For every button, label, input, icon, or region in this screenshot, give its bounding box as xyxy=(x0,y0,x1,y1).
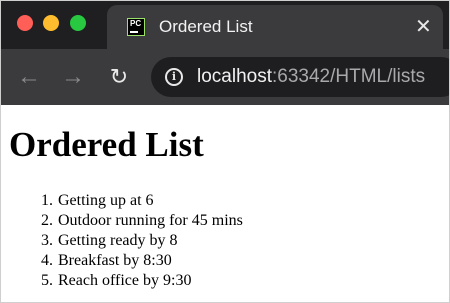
page-title: Ordered List xyxy=(9,125,204,164)
tab-ordered-list[interactable]: PC Ordered List ✕ xyxy=(107,5,443,49)
url-text[interactable]: localhost:63342/HTML/lists xyxy=(197,66,425,88)
reload-icon[interactable]: ↻ xyxy=(107,63,131,91)
tab-strip: PC Ordered List ✕ xyxy=(1,1,449,49)
list-item-text: Reach office by 9:30 xyxy=(58,272,192,289)
tab-close-icon[interactable]: ✕ xyxy=(415,17,432,37)
list-item: 4. Breakfast by 8:30 xyxy=(29,251,243,271)
list-item-text: Outdoor running for 45 mins xyxy=(58,212,243,229)
list-item-text: Breakfast by 8:30 xyxy=(58,252,172,269)
window-minimize-button[interactable] xyxy=(43,15,59,31)
page-content: Ordered List 1. Getting up at 6 2. Outdoor… xyxy=(1,105,449,302)
address-bar[interactable]: i localhost:63342/HTML/lists xyxy=(151,57,449,97)
pycharm-icon: PC xyxy=(127,18,145,36)
browser-toolbar: ← → ↻ i localhost:63342/HTML/lists xyxy=(1,49,449,105)
list-item-text: Getting up at 6 xyxy=(58,192,154,209)
list-item: 2. Outdoor running for 45 mins xyxy=(29,211,243,231)
list-item: 5. Reach office by 9:30 xyxy=(29,271,243,291)
list-item-number: 4. xyxy=(41,252,53,269)
info-icon[interactable]: i xyxy=(165,68,183,86)
window-maximize-button[interactable] xyxy=(70,15,86,31)
url-host: localhost xyxy=(197,66,272,87)
list-item: 3. Getting ready by 8 xyxy=(29,231,243,251)
forward-arrow-icon[interactable]: → xyxy=(61,63,85,91)
list-item-number: 3. xyxy=(41,232,53,249)
browser-window: PC Ordered List ✕ ← → ↻ i localhost:6334… xyxy=(0,0,450,303)
list-item-number: 5. xyxy=(41,272,53,289)
window-close-button[interactable] xyxy=(17,15,33,31)
tab-title: Ordered List xyxy=(159,17,253,36)
list-item-number: 2. xyxy=(41,212,53,229)
back-arrow-icon[interactable]: ← xyxy=(17,63,41,91)
favicon-label: PC xyxy=(130,19,142,28)
list-item: 1. Getting up at 6 xyxy=(29,191,243,211)
list-item-text: Getting ready by 8 xyxy=(58,232,178,249)
ordered-list: 1. Getting up at 6 2. Outdoor running for … xyxy=(29,191,243,291)
url-path: :63342/HTML/lists xyxy=(272,66,426,87)
favicon-bar xyxy=(130,31,138,33)
list-item-number: 1. xyxy=(41,192,53,209)
